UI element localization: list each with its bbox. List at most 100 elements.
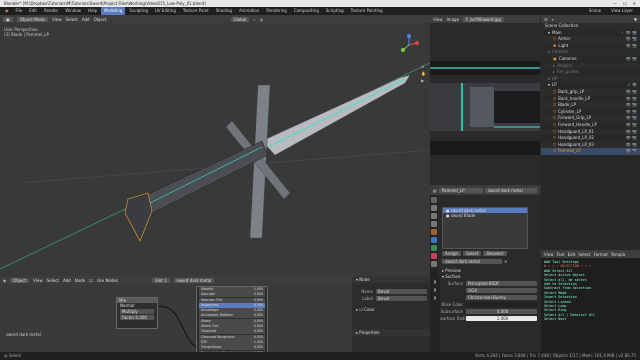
bsdf-input-row[interactable]: Clearcoat Roughness 0.030 [199, 334, 265, 340]
image-menu-view[interactable]: View [433, 17, 443, 22]
outliner-row-main[interactable]: ▾ Main ✓ 👁 📷 [541, 30, 640, 37]
camera-icon[interactable]: ▶ [421, 78, 429, 83]
principled-bsdf-node[interactable]: Metallic 1.000 Specular 0.500 Specular Tint 0… [196, 286, 268, 355]
subsurface-radius-value[interactable]: 1.000 [466, 316, 537, 321]
bsdf-input-row[interactable]: Metallic 1.000 [199, 287, 265, 292]
text-menu-edit[interactable]: Edit [568, 252, 576, 257]
visibility-icons[interactable]: 👁 📷 [626, 148, 640, 155]
zoom-icon[interactable]: ⊕ [421, 64, 429, 69]
render-tab-icon[interactable] [431, 205, 437, 211]
mix-node-row[interactable]: Factor 0.000 [120, 315, 154, 320]
viewport-menu-add[interactable]: Add [82, 17, 90, 22]
tab-rendering[interactable]: Rendering [263, 7, 289, 15]
subsurface-method-dropdown[interactable]: Christensen-Burley [466, 295, 537, 300]
outliner-row-ref-guides[interactable]: ▸ Ref_guides [541, 69, 640, 76]
bsdf-input-row[interactable]: Transmission 0.000 [199, 345, 265, 351]
bsdf-input-row[interactable]: Clearcoat 0.000 [199, 329, 265, 335]
tab-shading[interactable]: Shading [213, 7, 235, 15]
mix-node[interactable]: Mix Normal Multiply Factor 0.000 [116, 297, 158, 329]
view-layer-selector[interactable]: View Layer [608, 7, 636, 15]
visibility-icons[interactable]: ✓ 👁 [627, 82, 640, 89]
node-name-input[interactable]: Bevel [376, 289, 427, 294]
object-name-field[interactable]: Pommel_LP [438, 187, 483, 193]
outliner-row-pommel[interactable]: ▽ Pommel_LP 👁 📷 [541, 148, 640, 155]
bsdf-input-row[interactable]: Specular 0.500 [199, 292, 265, 298]
node-menu-node[interactable]: Node [75, 278, 85, 283]
visibility-icons[interactable]: 👁 📷 [626, 96, 640, 103]
object-tab-icon[interactable] [431, 229, 437, 235]
material-datablock-field[interactable]: sword dark metal [442, 259, 502, 264]
blender-logo-icon[interactable]: ◉ [2, 7, 12, 15]
bsdf-input-row[interactable]: IOR 1.450 [199, 339, 265, 345]
bsdf-input-row[interactable]: Sheen 0.000 [199, 318, 265, 324]
deselect-button[interactable]: Deselect [483, 251, 507, 256]
distribution-dropdown[interactable]: GGX [466, 288, 537, 293]
outliner-row-camera[interactable]: ▸ Camera [541, 49, 640, 56]
node-menu-add[interactable]: Add [63, 278, 71, 283]
outliner-filter-icon[interactable]: ▼ [634, 17, 640, 22]
outliner-row-handguard-02[interactable]: ▽ Handguard_LP_02 👁 📷 [541, 135, 640, 142]
output-tab-icon[interactable] [431, 213, 437, 219]
viewport-menu-object[interactable]: Object [94, 17, 107, 22]
use-nodes-checkbox[interactable]: ☑ [89, 278, 93, 283]
visibility-icons[interactable]: 👁 📷 [626, 56, 640, 63]
editor-type-button[interactable]: ▣ [3, 16, 13, 22]
bsdf-input-row[interactable]: Roughness 0.350 [199, 302, 265, 308]
visibility-icons[interactable]: 👁 📷 [626, 102, 640, 109]
outliner-row-scene-collection[interactable]: Scene Collection [541, 23, 640, 30]
menu-edit[interactable]: Edit [26, 7, 40, 15]
outliner-row-blade[interactable]: ▽ Blade_LP 👁 📷 [541, 102, 640, 109]
select-button[interactable]: Select [463, 251, 482, 256]
visibility-icons[interactable]: 👁 📷 [626, 135, 640, 142]
assign-button[interactable]: Assign [442, 251, 462, 256]
node-material-field[interactable]: sword dark metal [173, 277, 215, 283]
shader-node-editor[interactable]: ◈ Object View Select Add Node ☑ Use Nodes… [0, 276, 352, 355]
node-object-dropdown[interactable]: Object [10, 277, 30, 283]
visibility-icons[interactable]: 👁 📷 [626, 129, 640, 136]
bsdf-input-row[interactable]: Sheen Tint 0.500 [199, 324, 265, 330]
text-menu-format[interactable]: Format [594, 252, 608, 257]
fake-user-icon[interactable]: ✕ [504, 259, 507, 264]
text-editor[interactable]: View Text Edit Select Format Templa ### … [541, 250, 640, 355]
object-mode-dropdown[interactable]: Object Mode [16, 16, 48, 22]
tab-scripting[interactable]: Scripting [323, 7, 347, 15]
close-button[interactable]: ✕ [633, 0, 636, 7]
tab-uv-editing[interactable]: UV Editing [152, 7, 179, 15]
color-checkbox[interactable]: ☐ [359, 307, 363, 312]
outliner-row-forward-handle[interactable]: ▽ Forward_Handle_LP 👁 📷 [541, 122, 640, 129]
visibility-icons[interactable]: 👁 📷 [626, 89, 640, 96]
text-editor-content[interactable]: ### Tool Settings # = = = SELECTION = = … [541, 258, 640, 322]
visibility-icons[interactable]: 👁 📷 [626, 115, 640, 122]
modifier-tab-icon[interactable] [431, 237, 437, 243]
node-label-input[interactable]: Bevel [376, 296, 427, 301]
scene-selector[interactable]: Scene [586, 7, 604, 15]
surface-shader-dropdown[interactable]: Principled BSDF [466, 281, 537, 286]
item-tab-icon[interactable]: ▮ [434, 279, 436, 284]
tab-modeling[interactable]: Modeling [101, 7, 126, 15]
outliner-row-lp[interactable]: ▾ LP ✓ 👁 [541, 82, 640, 89]
proportional-icon[interactable]: ◎ [260, 17, 264, 22]
outliner-row-handguard-01[interactable]: ▽ Handguard_LP_01 👁 📷 [541, 128, 640, 136]
outliner-row-back-grip[interactable]: ▽ Back_grip_LP 👁 📷 [541, 88, 640, 96]
node-editor-type-icon[interactable]: ◈ [3, 278, 6, 283]
visibility-icons[interactable]: 👁 📷 [626, 109, 640, 116]
scene-tab-icon[interactable] [431, 221, 437, 227]
data-tab-icon[interactable] [431, 245, 437, 251]
outliner-row-forward-grip[interactable]: ▽ Forward_Grip_LP 👁 📷 [541, 115, 640, 122]
text-menu-templates[interactable]: Templa [611, 252, 625, 257]
outliner-row-cameras[interactable]: ▣ Cameras 👁 📷 [541, 56, 640, 63]
viewport-menu-select[interactable]: Select [65, 17, 77, 22]
node-menu-select[interactable]: Select [47, 278, 59, 283]
slot-dropdown[interactable]: Slot 1 [152, 277, 170, 283]
image-menu-image[interactable]: Image [447, 17, 460, 22]
minimize-button[interactable]: — [613, 0, 617, 7]
navigation-gizmo[interactable] [398, 34, 420, 56]
node-menu-view[interactable]: View [33, 278, 43, 283]
bsdf-input-row[interactable]: Specular Tint 0.000 [199, 297, 265, 303]
tab-sculpting[interactable]: Sculpting [126, 7, 151, 15]
text-menu-text[interactable]: Text [557, 252, 565, 257]
outliner-row-hp[interactable]: ▸ HP [541, 75, 640, 83]
outliner-display-icon[interactable]: ☰ [544, 17, 548, 22]
3d-viewport[interactable] [0, 23, 430, 276]
visibility-icons[interactable]: 👁 📷 [626, 43, 640, 50]
